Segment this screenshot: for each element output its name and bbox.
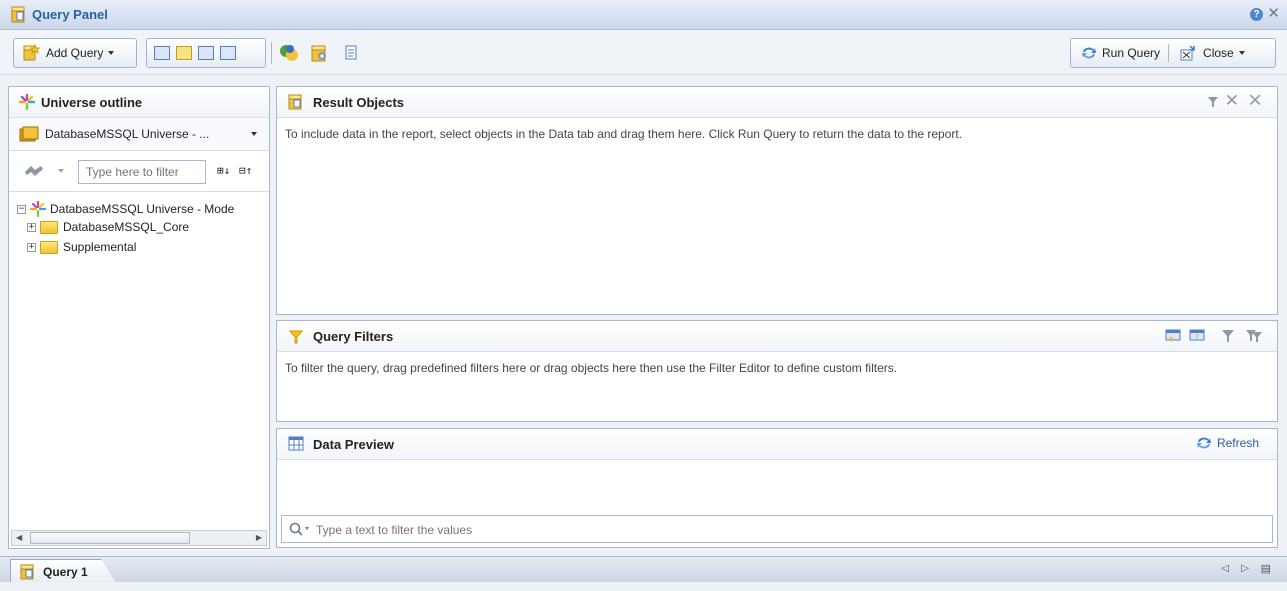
universe-icon xyxy=(19,94,35,110)
svg-text:?: ? xyxy=(1195,333,1199,341)
toolbar-separator xyxy=(271,42,272,64)
scrollbar-thumb[interactable] xyxy=(30,532,190,544)
result-objects-icon xyxy=(288,94,302,110)
collapse-icon[interactable]: − xyxy=(17,204,26,214)
folder-icon xyxy=(40,220,58,234)
preview-filter-box xyxy=(281,515,1273,543)
filter-remove-all-icon[interactable] xyxy=(1245,329,1263,343)
universe-folder-icon xyxy=(19,126,39,142)
help-icon[interactable]: ? xyxy=(1250,8,1263,21)
add-filter-icon[interactable] xyxy=(1165,328,1181,344)
query-properties-icon[interactable] xyxy=(309,43,329,63)
universe-outline-panel: Universe outline DatabaseMSSQL Universe … xyxy=(8,86,270,549)
window-title: Query Panel xyxy=(32,7,108,22)
query-icon xyxy=(20,564,34,580)
filter-icon[interactable] xyxy=(1207,96,1219,108)
close-window-icon[interactable]: ✕ xyxy=(1267,5,1280,23)
query-icon xyxy=(10,6,26,26)
run-query-button[interactable]: Run Query xyxy=(1071,44,1170,62)
expand-icon[interactable]: + xyxy=(27,222,36,232)
folder-icon xyxy=(40,240,58,254)
prompt-icon[interactable]: ? xyxy=(1189,328,1205,344)
result-objects-description: To include data in the report, select ob… xyxy=(285,127,963,141)
outline-filter-input-box xyxy=(78,160,206,184)
scroll-left-icon[interactable]: ◀ xyxy=(16,533,22,542)
universe-outline-header: Universe outline xyxy=(9,87,269,118)
tree-root-label: DatabaseMSSQL Universe - Mode xyxy=(50,202,235,216)
query-filters-panel[interactable]: Query Filters ? To filter the query, dra… xyxy=(276,320,1278,422)
result-objects-title: Result Objects xyxy=(313,95,405,110)
close-query-icon xyxy=(1180,45,1195,61)
tab-query-1[interactable]: Query 1 xyxy=(10,559,116,583)
universe-selector-label: DatabaseMSSQL Universe - ... xyxy=(45,127,210,141)
data-preview-header: Data Preview Refresh xyxy=(277,429,1277,460)
result-objects-header: Result Objects ✕ ⨯ xyxy=(277,87,1277,118)
result-objects-panel[interactable]: Result Objects ✕ ⨯ To include data in th… xyxy=(276,86,1278,315)
chevron-down-icon xyxy=(108,51,115,55)
expand-all-icon[interactable]: ⊞↓ xyxy=(217,164,230,177)
add-query-icon xyxy=(23,44,40,61)
view-toggle-group xyxy=(146,38,266,68)
add-query-button[interactable]: Add Query xyxy=(13,38,137,68)
remove-all-icon[interactable]: ⨯ xyxy=(1247,89,1263,112)
query-filters-header: Query Filters ? xyxy=(277,321,1277,352)
universe-outline-title: Universe outline xyxy=(41,95,143,110)
tab-list-icon[interactable]: ▤ xyxy=(1261,562,1271,575)
add-query-label: Add Query xyxy=(46,46,104,60)
status-strip xyxy=(0,582,1287,591)
view-script-icon[interactable] xyxy=(344,45,358,61)
refresh-icon xyxy=(1196,437,1211,449)
remove-icon[interactable]: ✕ xyxy=(1225,91,1239,111)
object-type-filter-icon[interactable] xyxy=(23,163,45,179)
outline-filter-input[interactable] xyxy=(84,164,206,180)
refresh-button[interactable]: Refresh xyxy=(1196,436,1259,450)
data-grid-icon xyxy=(288,436,304,451)
data-preview-view-icon[interactable] xyxy=(198,46,214,60)
tree-item-supplemental[interactable]: + Supplemental xyxy=(27,240,136,254)
scroll-right-icon[interactable]: ▶ xyxy=(256,533,262,542)
run-query-label: Run Query xyxy=(1102,46,1161,60)
data-preview-panel: Data Preview Refresh xyxy=(276,428,1278,548)
collapse-all-icon[interactable]: ⊟↑ xyxy=(239,164,252,177)
layout-view-icon[interactable] xyxy=(220,46,236,60)
chevron-down-icon xyxy=(251,132,257,136)
tab-label: Query 1 xyxy=(43,565,88,579)
window-title-bar: Query Panel ? ✕ xyxy=(0,0,1287,30)
query-filters-title: Query Filters xyxy=(313,329,394,344)
tree-root[interactable]: − DatabaseMSSQL Universe - Mode xyxy=(17,201,234,217)
query-filters-description: To filter the query, drag predefined fil… xyxy=(285,361,898,375)
run-close-group: Run Query Close xyxy=(1070,38,1276,68)
universe-selector[interactable]: DatabaseMSSQL Universe - ... xyxy=(9,118,269,151)
funnel-icon xyxy=(289,330,303,344)
search-icon[interactable] xyxy=(289,522,311,536)
combined-query-icon[interactable] xyxy=(279,43,299,63)
filter-view-icon[interactable] xyxy=(176,46,192,60)
universe-icon xyxy=(30,201,46,217)
data-preview-title: Data Preview xyxy=(313,437,394,452)
main-toolbar: Add Query Run Query Close xyxy=(0,31,1287,75)
tree-item-core[interactable]: + DatabaseMSSQL_Core xyxy=(27,220,189,234)
query-tab-bar: Query 1 ◁ ▷ ▤ xyxy=(0,556,1287,583)
tree-item-label: Supplemental xyxy=(63,240,137,254)
outline-view-icon[interactable] xyxy=(154,46,170,60)
expand-icon[interactable]: + xyxy=(27,242,36,252)
horizontal-scrollbar[interactable]: ◀ ▶ xyxy=(11,530,267,546)
tree-item-label: DatabaseMSSQL_Core xyxy=(63,220,190,234)
close-button[interactable]: Close xyxy=(1169,44,1245,62)
outline-filter-row: ⊞↓ ⊟↑ xyxy=(9,151,269,192)
tab-scroll-right-icon[interactable]: ▷ xyxy=(1241,563,1249,574)
close-label: Close xyxy=(1203,46,1234,60)
preview-filter-input[interactable] xyxy=(314,522,1218,538)
chevron-down-icon[interactable] xyxy=(58,169,64,173)
run-query-icon xyxy=(1082,47,1096,59)
chevron-down-icon xyxy=(1238,51,1245,55)
tab-scroll-left-icon[interactable]: ◁ xyxy=(1221,563,1229,574)
filter-remove-icon[interactable] xyxy=(1221,329,1235,343)
refresh-label: Refresh xyxy=(1216,436,1259,450)
